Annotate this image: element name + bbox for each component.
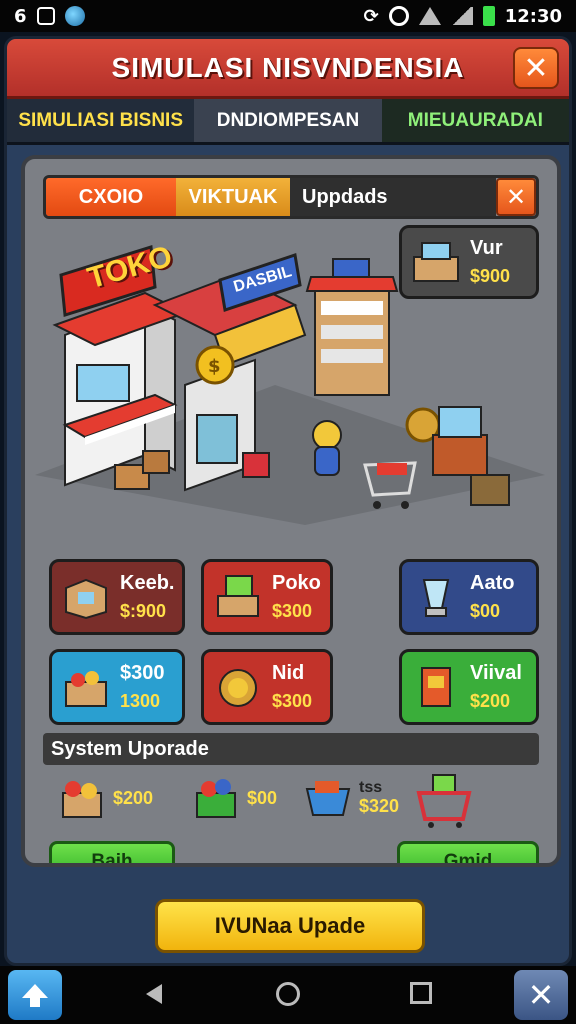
upgrade-price: $200	[113, 787, 154, 808]
item-price: $00	[470, 601, 501, 621]
item-card-basket[interactable]: $300 1300	[49, 649, 185, 725]
main-window: SIMULASI NISVNDENSIA ✕ SIMULIASI BISNIS …	[4, 36, 572, 966]
coin-bag-icon	[219, 669, 257, 707]
item-card-nid[interactable]: Nid $300	[201, 649, 333, 725]
item-name: Vur	[470, 237, 503, 259]
red-basket-icon	[416, 774, 472, 828]
tab-bar: SIMULIASI BISNIS DNDIOMPESAN MIEUAURADAI	[7, 99, 569, 145]
upgrade-price: $00	[247, 787, 278, 808]
item-card-poko[interactable]: Poko $300	[201, 559, 333, 635]
tab-simulasi-bisnis[interactable]: SIMULIASI BISNIS	[7, 99, 195, 142]
grind-button[interactable]: Gmid	[397, 841, 539, 863]
battery-icon	[482, 6, 495, 26]
cash-register-icon	[413, 242, 459, 282]
nav-bar: ✕	[0, 966, 576, 1024]
upgrade-item-green-crate[interactable]: $00	[191, 773, 277, 823]
system-upgrade-header: System Uporade	[43, 733, 539, 765]
tab-mieuauradai[interactable]: MIEUAURADAI	[381, 99, 569, 142]
box-icon	[65, 578, 107, 620]
status-bar: 6 ⟳ 12:30	[0, 0, 576, 32]
home-nav-icon[interactable]	[276, 982, 300, 1006]
game-screen: 6 ⟳ 12:30 SIMULASI NISVNDENSIA ✕ SIMULIA…	[0, 0, 576, 1024]
item-card-vur[interactable]: Vur $900	[399, 225, 539, 299]
svg-text:$: $	[208, 356, 221, 377]
item-name: $300	[120, 662, 165, 684]
shop-scene: $ TOKO DASBIL Vur $900	[25, 225, 557, 525]
store-building[interactable]	[52, 291, 188, 490]
status-time: 12:30	[504, 5, 562, 27]
sync-icon: ⟳	[363, 5, 379, 27]
back-nav-icon[interactable]	[146, 984, 162, 1004]
fruit-basket-icon	[65, 671, 107, 707]
green-crate-icon	[196, 779, 236, 818]
item-name: Keeb.	[120, 572, 175, 594]
item-price: $900	[470, 266, 511, 286]
item-price: $200	[470, 691, 511, 711]
signal-icon	[450, 7, 473, 25]
market-stall[interactable]	[305, 258, 399, 396]
upgrade-price: $320	[359, 795, 400, 816]
box-icon	[36, 7, 55, 25]
item-name: Poko	[272, 572, 321, 594]
money-basket-icon	[217, 575, 259, 617]
subtab-bar: CXOIO VIKTUAK Uppdads ✕	[43, 175, 539, 219]
main-upgrade-button[interactable]: IVUNaa Upade	[155, 899, 425, 953]
item-card-keeb[interactable]: Keeb. $:900	[49, 559, 185, 635]
subtab-uppdads[interactable]: Uppdads	[290, 178, 496, 216]
upgrade-item-fruit-crate[interactable]: $200	[57, 773, 153, 823]
item-card-viival[interactable]: Viival $200	[399, 649, 539, 725]
item-name: Viival	[470, 662, 522, 684]
subtab-viktuak[interactable]: VIKTUAK	[176, 178, 290, 216]
item-card-aato[interactable]: Aato $00	[399, 559, 539, 635]
tab-dndiompesan[interactable]: DNDIOMPESAN	[194, 99, 382, 142]
title-bar: SIMULASI NISVNDENSIA ✕	[7, 39, 569, 99]
recent-apps-icon[interactable]	[410, 982, 432, 1004]
shopkeeper-character[interactable]	[312, 420, 342, 476]
wifi-icon	[418, 7, 441, 25]
upgrade-item-blue-cart[interactable]: tss $320	[303, 773, 399, 823]
item-price: $300	[272, 691, 313, 711]
globe-icon	[64, 6, 85, 26]
upgrade-item-red-basket[interactable]	[415, 773, 479, 829]
back-button[interactable]: Baih	[49, 841, 175, 863]
item-name: Nid	[272, 662, 305, 684]
close-subtab-button[interactable]: ✕	[496, 178, 536, 216]
fruit-crate-icon	[62, 781, 102, 818]
window-title: SIMULASI NISVNDENSIA	[111, 51, 465, 83]
item-price: $300	[272, 601, 313, 621]
item-price: $:900	[120, 601, 167, 621]
blender-icon	[422, 579, 450, 617]
up-arrow-icon	[22, 984, 48, 1007]
alarm-icon	[388, 6, 409, 26]
item-price: 1300	[120, 691, 161, 711]
item-name: Aato	[470, 572, 515, 594]
shop-panel: CXOIO VIKTUAK Uppdads ✕ $ TOKO DASBIL Vu…	[21, 155, 561, 867]
nav-close-button[interactable]: ✕	[514, 970, 568, 1020]
blue-cart-icon	[305, 781, 351, 816]
book-icon	[421, 667, 451, 707]
close-window-button[interactable]: ✕	[513, 47, 559, 89]
up-arrow-button[interactable]	[8, 970, 62, 1020]
upgrade-label: tss	[359, 779, 383, 797]
status-digit: 6	[14, 5, 27, 27]
subtab-cxoio[interactable]: CXOIO	[46, 178, 176, 216]
